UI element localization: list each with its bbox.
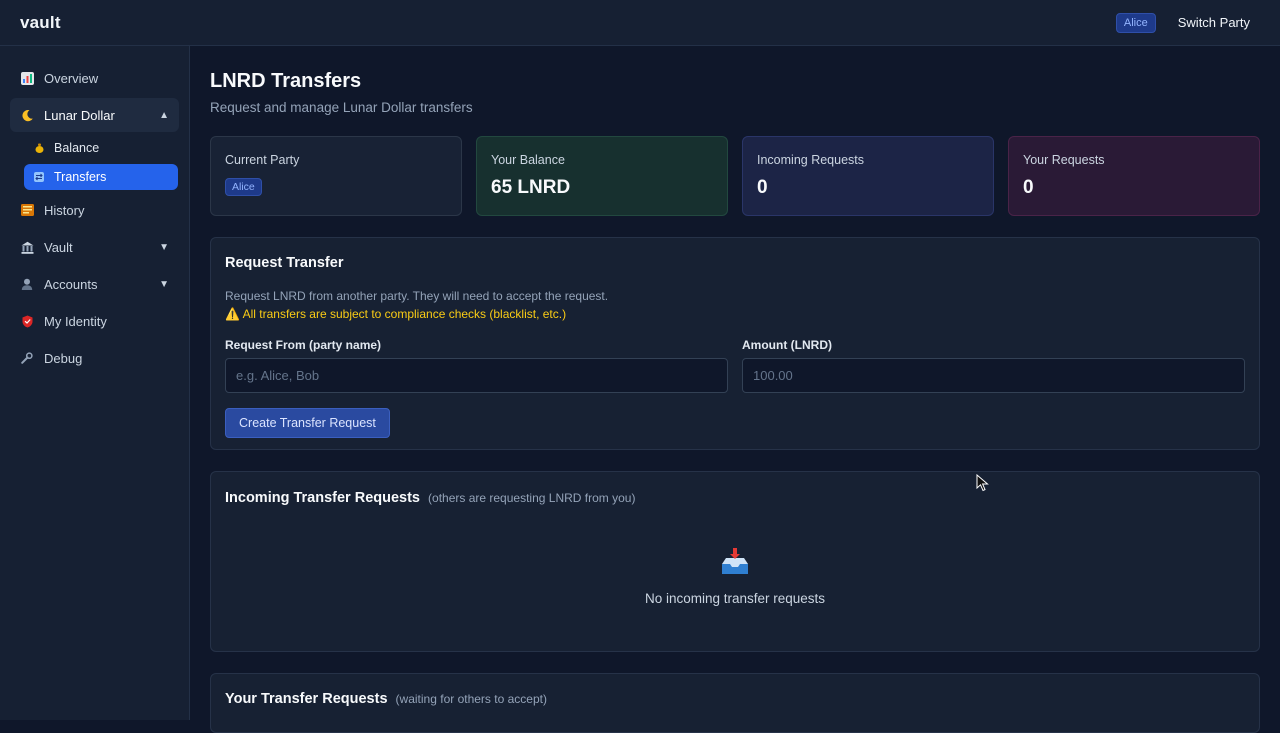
- brand-logo[interactable]: vault: [20, 13, 61, 33]
- amount-input[interactable]: [742, 358, 1245, 393]
- stat-incoming-requests: Incoming Requests 0: [742, 136, 994, 216]
- from-field-label: Request From (party name): [225, 338, 382, 352]
- compliance-warning: ⚠️ All transfers are subject to complian…: [225, 307, 567, 321]
- inbox-icon: [719, 546, 751, 583]
- stats-row: Current Party Alice Your Balance 65 LNRD…: [210, 136, 1260, 216]
- amount-field-group: Amount (LNRD): [742, 338, 1245, 393]
- page-subtitle: Request and manage Lunar Dollar transfer…: [210, 100, 473, 115]
- empty-state-text: No incoming transfer requests: [644, 591, 826, 606]
- your-requests-card: Your Transfer Requests (waiting for othe…: [210, 673, 1260, 733]
- request-transfer-card: Request Transfer Request LNRD from anoth…: [210, 237, 1260, 450]
- sidebar-item-label: Debug: [44, 350, 83, 366]
- incoming-requests-card: Incoming Transfer Requests (others are r…: [210, 471, 1260, 652]
- yours-subtitle: (waiting for others to accept): [395, 692, 547, 706]
- yours-title: Your Transfer Requests: [225, 691, 388, 707]
- from-field-group: Request From (party name): [225, 338, 728, 393]
- current-party-badge: Alice: [1115, 12, 1156, 33]
- chevron-up-icon: ▲: [159, 109, 169, 121]
- shield-icon: [20, 314, 34, 328]
- page-title: LNRD Transfers: [210, 70, 362, 92]
- create-transfer-request-button[interactable]: Create Transfer Request: [225, 408, 390, 438]
- sidebar-item-label: My Identity: [44, 313, 107, 329]
- mouse-cursor-icon: [976, 474, 989, 492]
- sidebar-item-balance[interactable]: Balance: [24, 135, 178, 161]
- chevron-down-icon: ▼: [159, 278, 169, 290]
- main-content: LNRD Transfers Request and manage Lunar …: [210, 46, 1260, 733]
- sidebar-item-accounts[interactable]: Accounts ▼: [10, 267, 179, 301]
- money-bag-icon: [34, 143, 44, 153]
- stat-label: Your Balance: [491, 153, 565, 167]
- empty-state: No incoming transfer requests: [225, 546, 1245, 606]
- card-title: Incoming Transfer Requests (others are r…: [225, 490, 1245, 506]
- sidebar-item-overview[interactable]: Overview: [10, 61, 179, 95]
- stat-value: 0: [757, 177, 768, 198]
- user-icon: [20, 277, 34, 291]
- request-form-row: Request From (party name) Amount (LNRD): [225, 338, 1245, 393]
- transfer-icon: [34, 172, 44, 182]
- incoming-subtitle: (others are requesting LNRD from you): [428, 491, 636, 505]
- sidebar-item-label: Lunar Dollar: [44, 107, 115, 123]
- sidebar-item-label: Overview: [44, 70, 99, 86]
- wrench-icon: [20, 351, 34, 365]
- moon-icon: [20, 108, 34, 122]
- sidebar-item-vault[interactable]: Vault ▼: [10, 230, 179, 264]
- sidebar-item-my-identity[interactable]: My Identity: [10, 304, 179, 338]
- stat-label: Your Requests: [1023, 153, 1105, 167]
- sidebar-item-debug[interactable]: Debug: [10, 341, 179, 375]
- stat-current-party: Current Party Alice: [210, 136, 462, 216]
- amount-field-label: Amount (LNRD): [742, 338, 832, 352]
- sidebar-item-history[interactable]: History: [10, 193, 179, 227]
- sidebar-item-label: Vault: [44, 239, 73, 255]
- bank-icon: [20, 240, 34, 254]
- sidebar-item-label: History: [44, 202, 85, 218]
- stat-label: Current Party: [225, 153, 300, 167]
- sidebar: Overview Lunar Dollar ▲ Balance Transfer…: [0, 46, 190, 720]
- stat-value: 0: [1023, 177, 1034, 198]
- incoming-title: Incoming Transfer Requests: [225, 490, 420, 506]
- chevron-down-icon: ▼: [159, 241, 169, 253]
- stat-label: Incoming Requests: [757, 153, 865, 167]
- request-from-input[interactable]: [225, 358, 728, 393]
- switch-party-button[interactable]: Switch Party: [1178, 15, 1250, 30]
- party-badge: Alice: [225, 178, 262, 196]
- top-bar-actions: Alice Switch Party: [1115, 12, 1250, 33]
- sidebar-item-label: Balance: [54, 141, 100, 155]
- top-bar: vault Alice Switch Party: [0, 0, 1280, 46]
- card-title: Your Transfer Requests (waiting for othe…: [225, 691, 1245, 707]
- book-icon: [20, 203, 34, 217]
- chart-icon: [20, 71, 34, 85]
- stat-your-requests: Your Requests 0: [1008, 136, 1260, 216]
- stat-balance: Your Balance 65 LNRD: [476, 136, 728, 216]
- sidebar-item-transfers[interactable]: Transfers: [24, 164, 178, 190]
- stat-value: 65 LNRD: [491, 177, 571, 198]
- request-description: Request LNRD from another party. They wi…: [225, 289, 609, 303]
- sidebar-item-label: Accounts: [44, 276, 98, 292]
- sidebar-item-label: Transfers: [54, 170, 107, 184]
- card-title: Request Transfer: [225, 255, 344, 271]
- sidebar-item-lunar-dollar[interactable]: Lunar Dollar ▲: [10, 98, 179, 132]
